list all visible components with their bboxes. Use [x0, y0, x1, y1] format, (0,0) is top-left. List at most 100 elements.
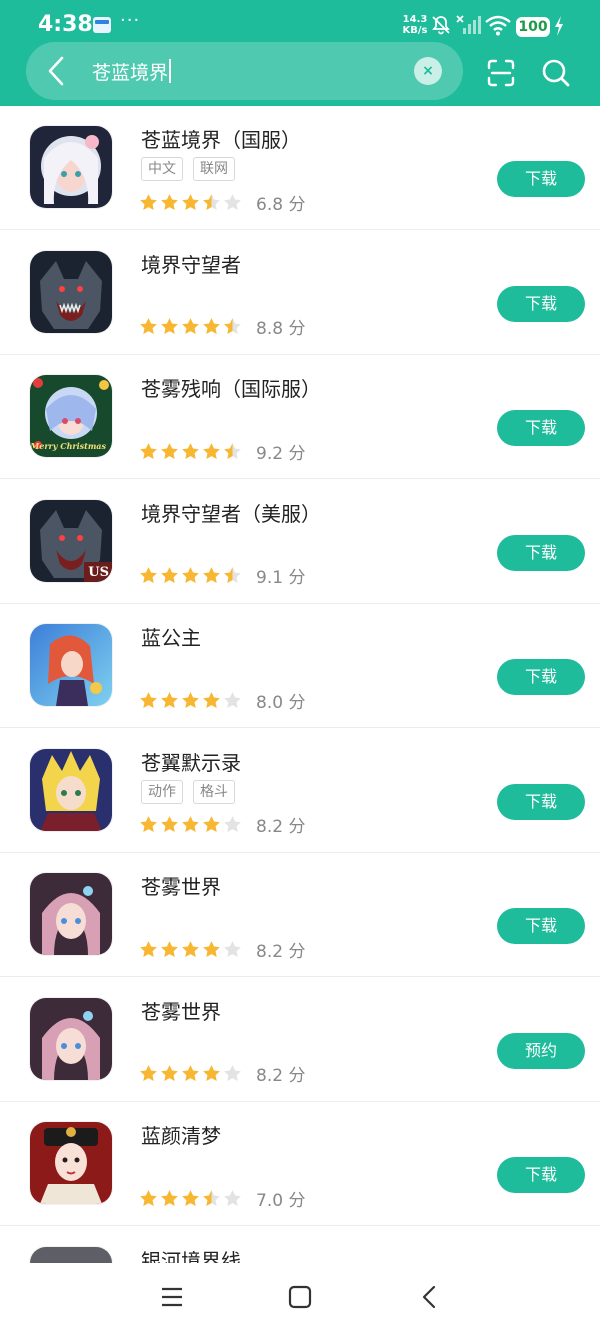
anime-girl-white-hair-app-icon[interactable] — [30, 126, 112, 208]
rating-star-icon — [203, 442, 220, 459]
werewolf-us-app-icon[interactable]: US — [30, 499, 112, 582]
app-rating: 9.2 分 — [139, 439, 306, 464]
download-button[interactable]: 下载 — [497, 783, 585, 820]
app-name[interactable]: 境界守望者（美服） — [141, 498, 321, 527]
rating-star-icon — [182, 1189, 199, 1206]
app-name[interactable]: 苍翼默示录 — [141, 747, 241, 776]
rating-star-icon — [140, 1189, 157, 1206]
system-nav-bar — [0, 1263, 600, 1333]
status-bar: 4:38 ··· 14.3 KB/s 100 — [0, 0, 600, 46]
app-tag: 动作 — [141, 779, 183, 804]
app-name[interactable]: 苍雾世界 — [141, 871, 221, 900]
recents-menu-icon[interactable] — [160, 1285, 184, 1309]
app-name[interactable]: 银河境界线 — [141, 1245, 241, 1264]
app-list-item[interactable]: 蓝颜清梦 7.0 分 下载 — [0, 1102, 600, 1226]
app-list-item[interactable]: 苍雾世界 8.2 分 下载 — [0, 853, 600, 977]
rating-star-icon — [203, 691, 220, 708]
status-time: 4:38 — [38, 12, 93, 37]
app-list-item[interactable]: 境界守望者 8.8 分 下载 — [0, 231, 600, 355]
charging-icon — [555, 16, 563, 36]
app-list-item[interactable]: Merry Christmas 苍雾残响（国际服） 9.2 分 下载 — [0, 355, 600, 479]
qing-dynasty-lady-app-icon[interactable] — [30, 1122, 112, 1204]
app-tag: 联网 — [193, 157, 235, 181]
wifi-icon — [485, 15, 511, 36]
rating-star-icon — [224, 567, 241, 584]
scan-icon[interactable] — [486, 58, 516, 88]
network-speed-unit: KB/s — [402, 25, 428, 36]
search-results-list[interactable]: 苍蓝境界（国服） 中文 联网 6.8 分下载 境界守望者 8.8 分下载 Merry Chr… — [0, 106, 600, 1263]
app-score: 6.8 分 — [256, 194, 306, 215]
app-list-item[interactable]: 蓝公主 8.0 分 下载 — [0, 604, 600, 728]
rating-star-icon — [203, 816, 220, 833]
download-button[interactable]: 下载 — [497, 1157, 585, 1193]
rating-star-icon — [182, 1065, 199, 1082]
app-name[interactable]: 蓝颜清梦 — [141, 1120, 221, 1149]
rating-star-icon — [140, 691, 157, 708]
app-tags: 动作 格斗 — [141, 779, 245, 804]
rating-star-icon — [182, 940, 199, 957]
blue-fantasy-princess-app-icon[interactable] — [30, 624, 112, 706]
signal-icon — [456, 15, 481, 34]
rating-star-icon — [224, 442, 241, 459]
download-button[interactable]: 下载 — [497, 285, 585, 322]
network-speed: 14.3 KB/s — [400, 14, 430, 36]
download-button[interactable]: 下载 — [497, 908, 585, 944]
rating-star-icon — [182, 318, 199, 335]
app-list-item[interactable]: 银河境界线 — [0, 1227, 600, 1264]
back-icon[interactable] — [44, 54, 70, 88]
app-list-item[interactable]: 苍雾世界 8.2 分 预约 — [0, 978, 600, 1102]
app-rating: 8.2 分 — [139, 1062, 305, 1086]
app-list-item[interactable]: US 境界守望者（美服） 9.1 分 下载 — [0, 480, 600, 604]
download-button[interactable]: 下载 — [497, 659, 585, 695]
download-button[interactable]: 下载 — [497, 161, 585, 197]
nav-back-icon[interactable] — [418, 1285, 442, 1309]
rating-star-icon — [182, 193, 199, 210]
rating-star-icon — [203, 567, 220, 584]
rating-star-icon — [182, 442, 199, 459]
app-name[interactable]: 蓝公主 — [141, 622, 201, 651]
rating-star-icon — [224, 691, 241, 708]
network-speed-value: 14.3 — [402, 14, 428, 25]
app-name[interactable]: 苍蓝境界（国服） — [141, 124, 301, 153]
app-score: 8.0 分 — [256, 692, 306, 713]
home-icon[interactable] — [288, 1285, 312, 1309]
christmas-anime-girl-app-icon[interactable]: Merry Christmas — [30, 375, 112, 457]
search-input[interactable] — [92, 56, 402, 86]
battery-level: 100 — [516, 17, 550, 37]
rating-star-icon — [224, 1189, 241, 1206]
app-list-item[interactable]: 苍翼默示录 动作 格斗 8.2 分 下载 — [0, 729, 600, 853]
rating-star-icon — [161, 940, 178, 957]
rating-star-icon — [182, 691, 199, 708]
reserve-button[interactable]: 预约 — [497, 1032, 585, 1069]
app-rating: 7.0 分 — [139, 1186, 305, 1211]
rating-star-icon — [161, 1189, 178, 1206]
app-name[interactable]: 苍雾残响（国际服） — [141, 373, 321, 402]
app-name[interactable]: 苍雾世界 — [141, 996, 221, 1025]
app-rating: 6.8 分 — [139, 190, 306, 215]
rating-star-icon — [224, 816, 241, 833]
silver-hair-character-app-icon[interactable] — [30, 1246, 112, 1263]
rating-star-icon — [161, 1065, 178, 1082]
download-button[interactable]: 下载 — [497, 534, 585, 571]
download-button[interactable]: 下载 — [497, 410, 585, 446]
rating-star-icon — [161, 193, 178, 210]
werewolf-app-icon[interactable] — [30, 250, 112, 333]
pink-hair-anime-girl-app-icon[interactable] — [30, 873, 112, 955]
blonde-anime-fighter-app-icon[interactable] — [30, 748, 112, 831]
rating-star-icon — [140, 318, 157, 335]
app-score: 9.2 分 — [256, 443, 306, 464]
rating-star-icon — [140, 940, 157, 957]
rating-star-icon — [224, 940, 241, 957]
pink-hair-anime-girl-app-icon[interactable] — [30, 997, 112, 1080]
rating-star-icon — [203, 318, 220, 335]
more-notifications-icon: ··· — [120, 10, 141, 31]
rating-star-icon — [161, 691, 178, 708]
clear-search-button[interactable]: × — [414, 57, 442, 85]
app-score: 8.8 分 — [256, 319, 306, 339]
rating-star-icon — [182, 567, 199, 584]
app-tag: 中文 — [141, 157, 183, 181]
search-icon[interactable] — [541, 58, 571, 88]
text-cursor — [169, 59, 171, 83]
app-name[interactable]: 境界守望者 — [141, 249, 241, 278]
app-list-item[interactable]: 苍蓝境界（国服） 中文 联网 6.8 分 下载 — [0, 106, 600, 230]
